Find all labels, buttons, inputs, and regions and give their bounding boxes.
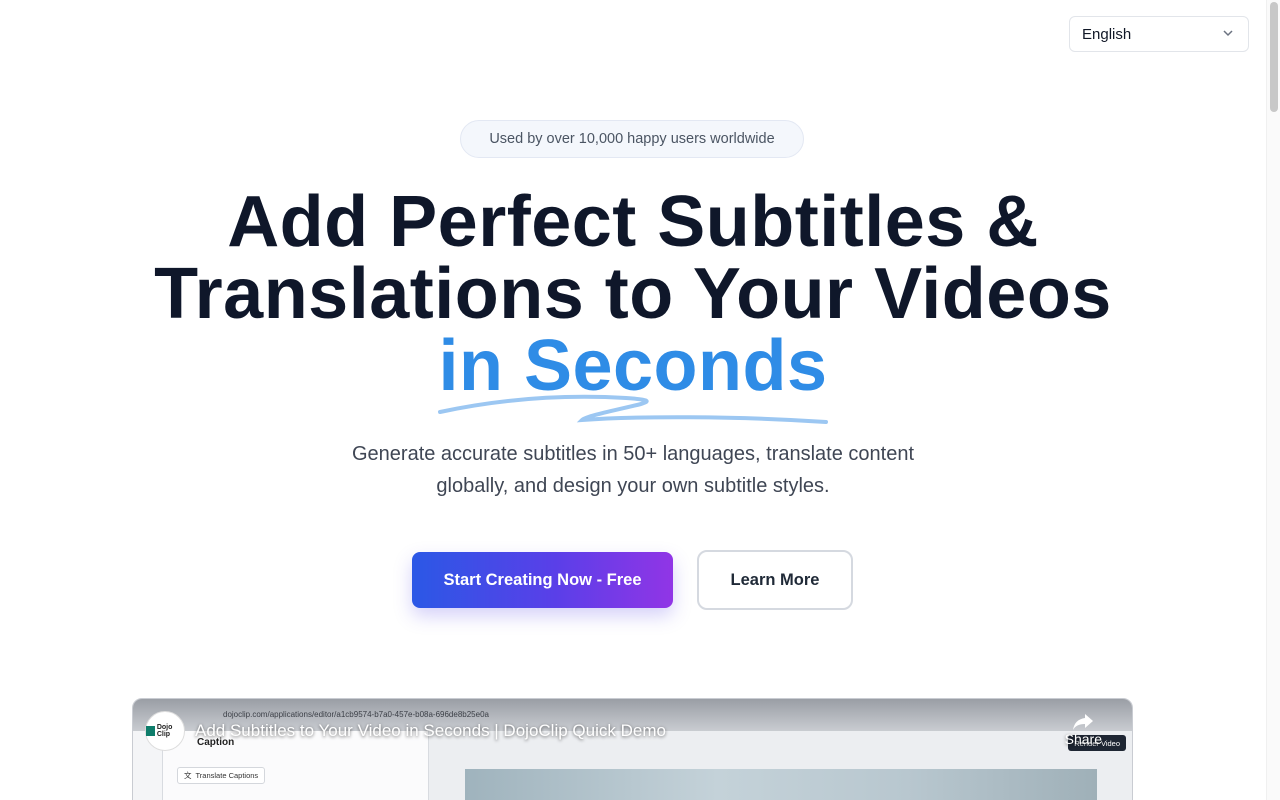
page-scrollbar[interactable] [1266, 0, 1280, 800]
social-proof-badge: Used by over 10,000 happy users worldwid… [460, 120, 804, 158]
translate-captions-chip: 文 Translate Captions [177, 767, 265, 784]
accent-underline-squiggle [438, 394, 828, 424]
headline-line-1: Add Perfect Subtitles & [227, 182, 1039, 262]
translate-icon: 文 [184, 771, 192, 780]
language-select-value: English [1082, 25, 1132, 43]
learn-more-button[interactable]: Learn More [697, 550, 853, 610]
scrollbar-thumb[interactable] [1270, 2, 1278, 112]
subtext-line-1: Generate accurate subtitles in 50+ langu… [351, 443, 915, 465]
hero-headline: Add Perfect Subtitles & Translations to … [0, 186, 1266, 402]
hero-subtext: Generate accurate subtitles in 50+ langu… [0, 438, 1266, 502]
video-url-text: dojoclip.com/applications/editor/a1cb957… [223, 710, 489, 719]
video-frame-preview [465, 769, 1097, 800]
video-title[interactable]: Add Subtitles to Your Video in Seconds |… [195, 721, 666, 741]
channel-logo[interactable]: Dojo Clip [145, 711, 185, 751]
subtext-line-2: globally, and design your own subtitle s… [436, 475, 830, 497]
dojoclip-logo-icon [146, 726, 155, 736]
start-creating-button[interactable]: Start Creating Now - Free [412, 552, 673, 608]
language-select[interactable]: English [1069, 16, 1249, 52]
share-button[interactable]: Share [1065, 713, 1102, 747]
share-icon [1073, 714, 1094, 730]
headline-line-2: Translations to Your Videos [154, 254, 1112, 334]
demo-video-embed[interactable]: dojoclip.com/applications/editor/a1cb957… [132, 698, 1133, 800]
chevron-down-icon [1222, 26, 1234, 43]
